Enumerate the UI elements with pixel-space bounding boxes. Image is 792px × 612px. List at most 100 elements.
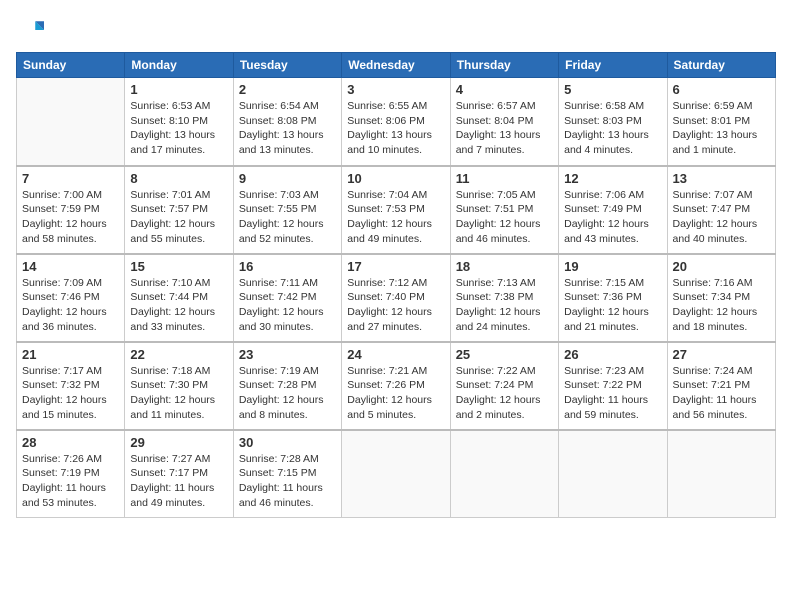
day-header-sunday: Sunday: [17, 53, 125, 78]
day-info: Sunrise: 7:09 AMSunset: 7:46 PMDaylight:…: [22, 276, 119, 335]
day-cell: 26 Sunrise: 7:23 AMSunset: 7:22 PMDayligh…: [559, 342, 667, 430]
logo: [16, 16, 48, 44]
day-cell: 29 Sunrise: 7:27 AMSunset: 7:17 PMDayligh…: [125, 430, 233, 518]
day-cell: 10 Sunrise: 7:04 AMSunset: 7:53 PMDayligh…: [342, 166, 450, 254]
day-number: 20: [673, 259, 770, 274]
day-header-thursday: Thursday: [450, 53, 558, 78]
day-info: Sunrise: 7:21 AMSunset: 7:26 PMDaylight:…: [347, 364, 444, 423]
day-cell: 20 Sunrise: 7:16 AMSunset: 7:34 PMDayligh…: [667, 254, 775, 342]
day-number: 7: [22, 171, 119, 186]
day-cell: 22 Sunrise: 7:18 AMSunset: 7:30 PMDayligh…: [125, 342, 233, 430]
day-info: Sunrise: 7:03 AMSunset: 7:55 PMDaylight:…: [239, 188, 336, 247]
day-number: 3: [347, 82, 444, 97]
day-cell: [667, 430, 775, 518]
day-info: Sunrise: 7:10 AMSunset: 7:44 PMDaylight:…: [130, 276, 227, 335]
day-info: Sunrise: 7:13 AMSunset: 7:38 PMDaylight:…: [456, 276, 553, 335]
day-number: 10: [347, 171, 444, 186]
day-info: Sunrise: 7:05 AMSunset: 7:51 PMDaylight:…: [456, 188, 553, 247]
day-info: Sunrise: 7:07 AMSunset: 7:47 PMDaylight:…: [673, 188, 770, 247]
day-number: 13: [673, 171, 770, 186]
day-number: 2: [239, 82, 336, 97]
week-row-2: 7 Sunrise: 7:00 AMSunset: 7:59 PMDaylight…: [17, 166, 776, 254]
day-info: Sunrise: 6:53 AMSunset: 8:10 PMDaylight:…: [130, 99, 227, 158]
day-cell: [559, 430, 667, 518]
day-info: Sunrise: 7:19 AMSunset: 7:28 PMDaylight:…: [239, 364, 336, 423]
day-info: Sunrise: 7:17 AMSunset: 7:32 PMDaylight:…: [22, 364, 119, 423]
day-cell: 30 Sunrise: 7:28 AMSunset: 7:15 PMDayligh…: [233, 430, 341, 518]
day-number: 24: [347, 347, 444, 362]
day-cell: 19Sunrise: 7:15 AMSunset: 7:36 PMDayligh…: [559, 254, 667, 342]
day-number: 16: [239, 259, 336, 274]
day-header-monday: Monday: [125, 53, 233, 78]
day-cell: 3 Sunrise: 6:55 AMSunset: 8:06 PMDaylight…: [342, 78, 450, 166]
day-info: Sunrise: 7:00 AMSunset: 7:59 PMDaylight:…: [22, 188, 119, 247]
day-info: Sunrise: 6:58 AMSunset: 8:03 PMDaylight:…: [564, 99, 661, 158]
day-info: Sunrise: 7:12 AMSunset: 7:40 PMDaylight:…: [347, 276, 444, 335]
day-cell: 17 Sunrise: 7:12 AMSunset: 7:40 PMDayligh…: [342, 254, 450, 342]
week-row-5: 28 Sunrise: 7:26 AMSunset: 7:19 PMDayligh…: [17, 430, 776, 518]
day-info: Sunrise: 6:59 AMSunset: 8:01 PMDaylight:…: [673, 99, 770, 158]
day-cell: 12Sunrise: 7:06 AMSunset: 7:49 PMDayligh…: [559, 166, 667, 254]
day-cell: 2 Sunrise: 6:54 AMSunset: 8:08 PMDaylight…: [233, 78, 341, 166]
day-info: Sunrise: 7:01 AMSunset: 7:57 PMDaylight:…: [130, 188, 227, 247]
week-row-1: 1 Sunrise: 6:53 AMSunset: 8:10 PMDaylight…: [17, 78, 776, 166]
day-info: Sunrise: 7:28 AMSunset: 7:15 PMDaylight:…: [239, 452, 336, 511]
day-number: 4: [456, 82, 553, 97]
day-number: 14: [22, 259, 119, 274]
day-header-wednesday: Wednesday: [342, 53, 450, 78]
day-cell: 13 Sunrise: 7:07 AMSunset: 7:47 PMDayligh…: [667, 166, 775, 254]
day-cell: 24 Sunrise: 7:21 AMSunset: 7:26 PMDayligh…: [342, 342, 450, 430]
day-cell: 1 Sunrise: 6:53 AMSunset: 8:10 PMDaylight…: [125, 78, 233, 166]
day-info: Sunrise: 7:23 AMSunset: 7:22 PMDaylight:…: [564, 364, 661, 423]
week-row-3: 14 Sunrise: 7:09 AMSunset: 7:46 PMDayligh…: [17, 254, 776, 342]
day-info: Sunrise: 7:16 AMSunset: 7:34 PMDaylight:…: [673, 276, 770, 335]
day-number: 8: [130, 171, 227, 186]
day-number: 1: [130, 82, 227, 97]
day-cell: 4 Sunrise: 6:57 AMSunset: 8:04 PMDaylight…: [450, 78, 558, 166]
day-number: 15: [130, 259, 227, 274]
logo-icon: [16, 16, 44, 44]
day-info: Sunrise: 7:04 AMSunset: 7:53 PMDaylight:…: [347, 188, 444, 247]
day-info: Sunrise: 6:54 AMSunset: 8:08 PMDaylight:…: [239, 99, 336, 158]
day-number: 9: [239, 171, 336, 186]
day-info: Sunrise: 6:55 AMSunset: 8:06 PMDaylight:…: [347, 99, 444, 158]
day-info: Sunrise: 7:26 AMSunset: 7:19 PMDaylight:…: [22, 452, 119, 511]
day-number: 11: [456, 171, 553, 186]
week-row-4: 21Sunrise: 7:17 AMSunset: 7:32 PMDayligh…: [17, 342, 776, 430]
day-header-tuesday: Tuesday: [233, 53, 341, 78]
day-number: 12: [564, 171, 661, 186]
day-number: 29: [130, 435, 227, 450]
day-info: Sunrise: 7:11 AMSunset: 7:42 PMDaylight:…: [239, 276, 336, 335]
day-cell: 27 Sunrise: 7:24 AMSunset: 7:21 PMDayligh…: [667, 342, 775, 430]
day-cell: [17, 78, 125, 166]
day-number: 23: [239, 347, 336, 362]
day-cell: [342, 430, 450, 518]
day-number: 27: [673, 347, 770, 362]
day-cell: 16 Sunrise: 7:11 AMSunset: 7:42 PMDayligh…: [233, 254, 341, 342]
day-number: 26: [564, 347, 661, 362]
day-number: 5: [564, 82, 661, 97]
day-number: 28: [22, 435, 119, 450]
day-cell: 23 Sunrise: 7:19 AMSunset: 7:28 PMDayligh…: [233, 342, 341, 430]
day-cell: 6Sunrise: 6:59 AMSunset: 8:01 PMDaylight…: [667, 78, 775, 166]
day-info: Sunrise: 7:15 AMSunset: 7:36 PMDaylight:…: [564, 276, 661, 335]
day-number: 25: [456, 347, 553, 362]
day-header-friday: Friday: [559, 53, 667, 78]
day-cell: 21Sunrise: 7:17 AMSunset: 7:32 PMDayligh…: [17, 342, 125, 430]
day-info: Sunrise: 7:24 AMSunset: 7:21 PMDaylight:…: [673, 364, 770, 423]
day-cell: 25Sunrise: 7:22 AMSunset: 7:24 PMDayligh…: [450, 342, 558, 430]
day-info: Sunrise: 7:27 AMSunset: 7:17 PMDaylight:…: [130, 452, 227, 511]
day-cell: 18 Sunrise: 7:13 AMSunset: 7:38 PMDayligh…: [450, 254, 558, 342]
day-number: 22: [130, 347, 227, 362]
day-cell: 9 Sunrise: 7:03 AMSunset: 7:55 PMDaylight…: [233, 166, 341, 254]
day-number: 18: [456, 259, 553, 274]
day-number: 30: [239, 435, 336, 450]
day-cell: 14 Sunrise: 7:09 AMSunset: 7:46 PMDayligh…: [17, 254, 125, 342]
day-number: 17: [347, 259, 444, 274]
day-cell: 11 Sunrise: 7:05 AMSunset: 7:51 PMDayligh…: [450, 166, 558, 254]
day-info: Sunrise: 7:18 AMSunset: 7:30 PMDaylight:…: [130, 364, 227, 423]
page-header: [16, 16, 776, 44]
day-cell: [450, 430, 558, 518]
calendar-header-row: SundayMondayTuesdayWednesdayThursdayFrid…: [17, 53, 776, 78]
day-info: Sunrise: 6:57 AMSunset: 8:04 PMDaylight:…: [456, 99, 553, 158]
